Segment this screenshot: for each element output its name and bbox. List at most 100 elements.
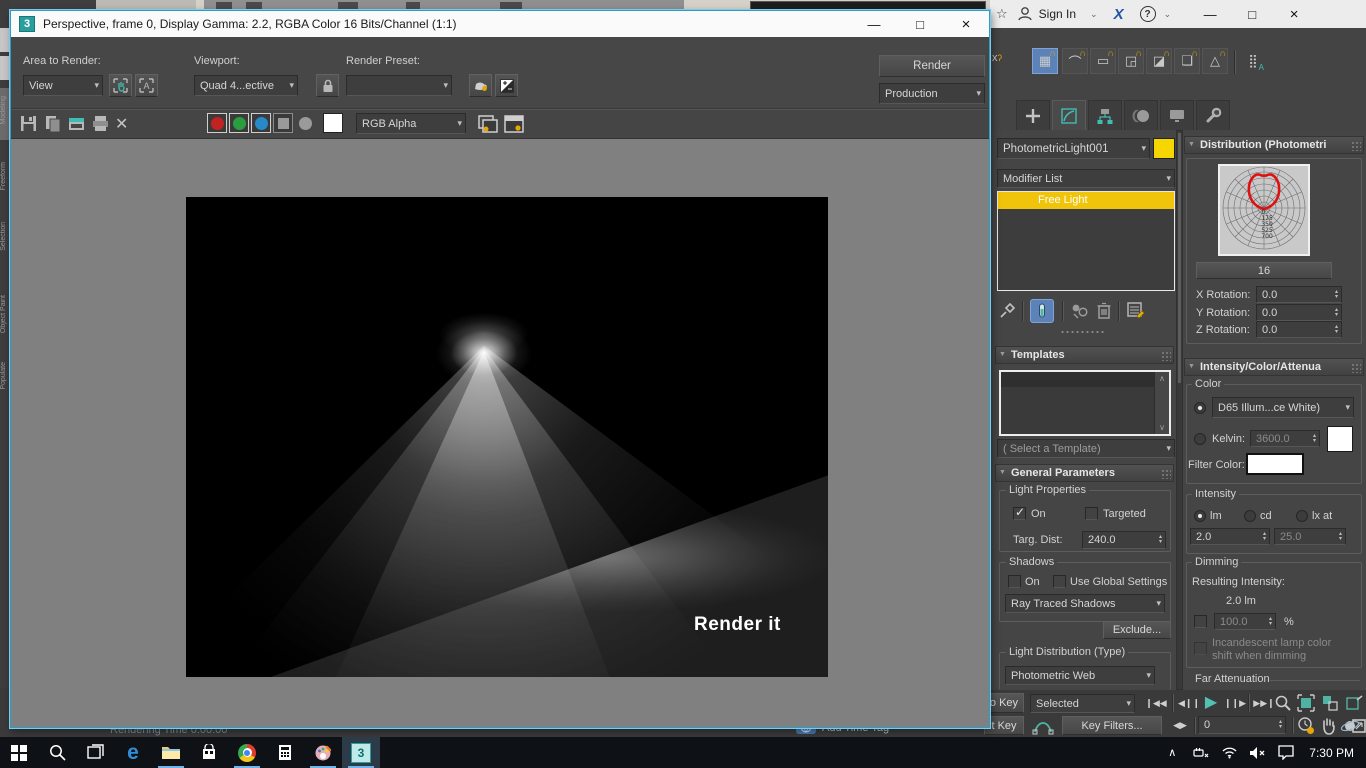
exclude-button[interactable]: Exclude... <box>1103 621 1171 639</box>
key-filters-button[interactable]: Key Filters... <box>1062 716 1162 735</box>
filter-color-swatch[interactable] <box>1246 453 1304 475</box>
main-maximize-button[interactable]: □ <box>1235 2 1269 26</box>
snaps-toggle-icon[interactable]: ▦∩ <box>1032 48 1058 74</box>
distribution-rollout-header[interactable]: Distribution (Photometri <box>1184 136 1364 154</box>
scroll-down-icon[interactable]: ∨ <box>1159 423 1165 432</box>
main-close-button[interactable]: × <box>1277 2 1311 26</box>
tab-hierarchy[interactable] <box>1088 100 1122 130</box>
color-correction-icon[interactable] <box>477 113 499 135</box>
remove-modifier-trash-icon[interactable] <box>1096 301 1112 321</box>
viewport-lock-icon[interactable] <box>316 74 339 97</box>
sign-in-link[interactable]: Sign In <box>1039 7 1076 21</box>
shadow-type-dropdown[interactable]: Ray Traced Shadows <box>1005 594 1165 613</box>
viewport-dropdown[interactable]: Quad 4...ective <box>194 75 298 96</box>
configure-modifier-sets-icon[interactable] <box>1126 301 1146 321</box>
tab-display[interactable] <box>1160 100 1194 130</box>
ribbon-tab-populate[interactable]: Populate <box>0 362 10 390</box>
kelvin-color-swatch[interactable] <box>1327 426 1353 452</box>
rollout-grip-icon[interactable] <box>1351 363 1361 373</box>
cone-snap-icon[interactable]: △∩ <box>1202 48 1228 74</box>
rollout-grip-icon[interactable] <box>1161 351 1171 361</box>
tab-utilities[interactable] <box>1196 100 1230 130</box>
tab-create[interactable] <box>1016 100 1050 130</box>
environment-effects-icon[interactable] <box>495 74 518 97</box>
action-center-icon[interactable] <box>1271 737 1301 768</box>
ribbon-tab-freeform[interactable]: Freeform <box>0 162 10 190</box>
scrollbar-thumb[interactable] <box>1178 133 1181 383</box>
rfw-close-button[interactable]: × <box>949 12 983 36</box>
shadows-on-checkbox[interactable] <box>1008 575 1021 588</box>
rfw-maximize-button[interactable]: □ <box>903 12 937 36</box>
store-icon[interactable] <box>190 737 228 768</box>
named-selection-grid-icon[interactable]: ⣿A <box>1240 48 1266 74</box>
clone-rendered-frame-icon[interactable] <box>67 114 86 133</box>
web-file-button[interactable]: 16 <box>1196 262 1332 279</box>
spinner-snap-icon[interactable]: ◲∩ <box>1118 48 1144 74</box>
render-setup-teapot-icon[interactable] <box>469 74 492 97</box>
command-panel-scrollbar[interactable] <box>1176 130 1183 690</box>
percent-snap-icon[interactable]: ▭∩ <box>1090 48 1116 74</box>
set-key-button[interactable]: t Key <box>984 716 1024 735</box>
help-icon[interactable]: ? <box>1140 6 1156 22</box>
blue-channel-button[interactable] <box>251 113 271 133</box>
ribbon-tab-selection[interactable]: Selection <box>0 222 10 251</box>
y-rotation-spinner[interactable]: 0.0 <box>1256 304 1342 321</box>
isolate-selection-icon[interactable]: xʔ <box>992 52 1002 64</box>
red-channel-button[interactable] <box>207 113 227 133</box>
task-view-icon[interactable] <box>76 737 114 768</box>
color-preset-radio[interactable] <box>1194 402 1206 414</box>
tab-motion[interactable] <box>1124 100 1158 130</box>
tray-volume-muted-icon[interactable] <box>1243 737 1271 768</box>
rollout-grip-icon[interactable] <box>1351 141 1361 151</box>
favorites-star-icon[interactable]: ☆ <box>996 6 1008 22</box>
current-frame-spinner[interactable]: 0 <box>1198 716 1286 734</box>
chrome-icon[interactable] <box>228 737 266 768</box>
channel-display-dropdown[interactable]: RGB Alpha <box>356 113 466 134</box>
render-preset-dropdown[interactable] <box>346 75 452 96</box>
lx-distance-spinner[interactable]: 25.0 <box>1274 528 1346 545</box>
dimming-checkbox[interactable] <box>1194 615 1207 628</box>
ribbon-tab-object-paint[interactable]: Object Paint <box>0 295 10 333</box>
stack-item-free-light[interactable]: Free Light <box>998 192 1174 209</box>
rfw-titlebar[interactable]: 3 Perspective, frame 0, Display Gamma: 2… <box>11 11 989 37</box>
start-button[interactable] <box>0 737 38 768</box>
templates-listbox[interactable]: ∧ ∨ <box>999 370 1171 436</box>
copy-image-icon[interactable] <box>43 114 62 133</box>
background-color-swatch[interactable] <box>323 113 343 133</box>
tab-modify[interactable] <box>1052 100 1086 130</box>
play-button[interactable]: ▶ <box>1198 690 1224 714</box>
ribbon-tab-modeling[interactable]: Modeling <box>0 96 10 124</box>
selection-set-dropdown[interactable]: Selected <box>1030 694 1135 713</box>
auto-region-icon[interactable]: A <box>135 74 158 97</box>
sign-in-caret-icon[interactable]: ⌄ <box>1090 9 1098 20</box>
lm-radio[interactable] <box>1194 510 1206 522</box>
templates-rollout-header[interactable]: Templates <box>995 346 1174 364</box>
zoom-extents-all-icon[interactable] <box>1320 693 1340 713</box>
taskbar-clock[interactable]: 7:30 PM <box>1309 746 1354 760</box>
edit-region-icon[interactable] <box>109 74 132 97</box>
placement-snap-icon[interactable]: ❏∩ <box>1174 48 1200 74</box>
zoom-icon[interactable] <box>1274 694 1292 712</box>
taskbar-search-icon[interactable] <box>38 737 76 768</box>
monochrome-button[interactable] <box>273 113 293 133</box>
clear-image-icon[interactable]: ✕ <box>115 114 128 134</box>
zoom-region-icon[interactable] <box>1344 693 1364 713</box>
rfw-minimize-button[interactable]: — <box>857 12 891 36</box>
maximize-viewport-icon[interactable] <box>1352 715 1366 737</box>
show-end-result-button[interactable] <box>1030 299 1054 323</box>
go-to-start-button[interactable]: ❙◀◀ <box>1142 693 1170 713</box>
pan-hand-icon[interactable] <box>1320 716 1338 736</box>
templates-scrollbar[interactable]: ∧ ∨ <box>1154 372 1169 434</box>
print-image-icon[interactable] <box>91 114 110 133</box>
mirror-snap-icon[interactable]: ◪∩ <box>1146 48 1172 74</box>
modifier-list-dropdown[interactable]: Modifier List <box>997 169 1175 188</box>
main-minimize-button[interactable]: — <box>1193 2 1227 26</box>
intensity-color-rollout-header[interactable]: Intensity/Color/Attenua <box>1184 358 1364 376</box>
alpha-channel-button[interactable] <box>299 117 312 130</box>
z-rotation-spinner[interactable]: 0.0 <box>1256 321 1342 338</box>
green-channel-button[interactable] <box>229 113 249 133</box>
use-global-settings-checkbox[interactable] <box>1053 575 1066 588</box>
light-distribution-dropdown[interactable]: Photometric Web <box>1005 666 1155 685</box>
zoom-extents-icon[interactable] <box>1296 693 1316 713</box>
cd-radio[interactable] <box>1244 510 1256 522</box>
